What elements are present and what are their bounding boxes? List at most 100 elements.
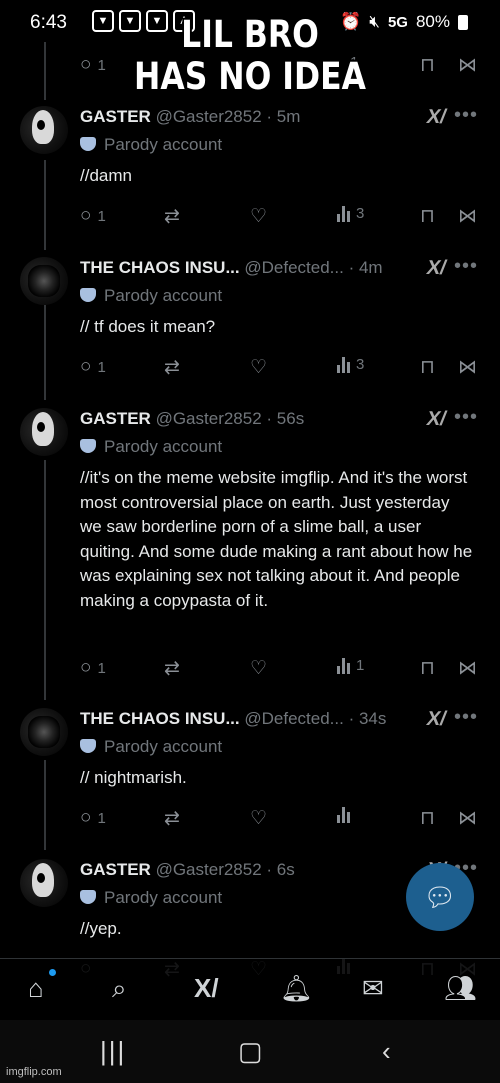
retweet-button[interactable]: ⇄ xyxy=(164,807,180,830)
reply-button[interactable]: ○ 1 xyxy=(80,205,106,227)
tweet-actions: ○ 1 ⇄ ♡ 1 ⊓ ⋈ xyxy=(80,657,480,679)
views-button[interactable] xyxy=(337,807,350,823)
views-button[interactable]: 3 xyxy=(337,205,364,222)
reply-icon: ○ xyxy=(80,205,92,226)
handle[interactable]: @Gaster2852 xyxy=(156,107,262,126)
display-name[interactable]: THE CHAOS INSU... xyxy=(80,709,240,728)
bookmark-icon: ⊓ xyxy=(420,658,435,679)
display-name[interactable]: GASTER xyxy=(80,860,151,879)
views-icon xyxy=(337,205,350,222)
compose-button[interactable]: 💬︎ xyxy=(406,863,474,931)
back-icon[interactable]: ‹ xyxy=(382,1036,391,1067)
thread-line xyxy=(44,160,46,250)
home-circle-icon[interactable]: ▢ xyxy=(238,1036,263,1067)
avatar[interactable] xyxy=(20,106,68,154)
like-button[interactable]: ♡ xyxy=(250,205,267,228)
grok-icon[interactable]: X/ xyxy=(425,257,449,279)
views-icon xyxy=(337,807,350,823)
grok-icon[interactable]: X/ xyxy=(425,106,449,128)
grok-icon[interactable]: X/ xyxy=(194,973,219,1004)
more-icon[interactable]: ••• xyxy=(454,255,478,278)
tweet-header: THE CHAOS INSU... @Defected... · 34s xyxy=(80,708,386,730)
timestamp[interactable]: · 56s xyxy=(266,409,304,428)
thread-line xyxy=(44,460,46,700)
display-name[interactable]: GASTER xyxy=(80,107,151,126)
grok-icon[interactable]: X/ xyxy=(425,408,449,430)
timestamp[interactable]: · 5m xyxy=(266,107,300,126)
meme-caption-line: HAS NO IDEA xyxy=(134,55,366,98)
share-button[interactable]: ⋈ xyxy=(458,807,477,830)
avatar[interactable] xyxy=(20,708,68,756)
share-button[interactable]: ⋈ xyxy=(458,657,477,680)
home-icon[interactable]: ⌂ xyxy=(28,973,44,1004)
like-icon: ♡ xyxy=(250,808,268,829)
handle[interactable]: @Gaster2852 xyxy=(156,860,262,879)
like-icon: ♡ xyxy=(250,357,268,378)
mask-icon xyxy=(80,439,96,453)
handle[interactable]: @Gaster2852 xyxy=(156,409,262,428)
bookmark-icon: ⊓ xyxy=(420,357,435,378)
tweet-header: THE CHAOS INSU... @Defected... · 4m xyxy=(80,257,383,279)
bookmark-button[interactable]: ⊓ xyxy=(420,205,435,228)
mask-icon xyxy=(80,288,96,302)
retweet-button[interactable]: ⇄ xyxy=(164,205,180,228)
handle[interactable]: @Defected... xyxy=(244,709,343,728)
reply-button[interactable]: ○ 1 xyxy=(80,807,106,829)
like-button[interactable]: ♡ xyxy=(250,657,267,680)
timestamp[interactable]: · 34s xyxy=(349,709,387,728)
avatar[interactable] xyxy=(20,859,68,907)
tweet-text: // nightmarish. xyxy=(80,768,187,787)
more-icon[interactable]: ••• xyxy=(454,706,478,729)
tweet-text: //damn xyxy=(80,166,132,185)
timestamp[interactable]: · 4m xyxy=(349,258,383,277)
views-button[interactable]: 1 xyxy=(337,657,364,674)
tweet-actions: ○ 1 ⇄ ♡ ⊓ ⋈ xyxy=(80,807,480,829)
bookmark-button[interactable]: ⊓ xyxy=(420,657,435,680)
thread-line xyxy=(44,760,46,850)
communities-icon[interactable]: 👥︎ xyxy=(444,973,477,1004)
bookmark-button[interactable]: ⊓ xyxy=(420,807,435,830)
tweet-actions: ○ 1 ⇄ ♡ 3 ⊓ ⋈ xyxy=(80,356,480,378)
tweet-header: GASTER @Gaster2852 · 56s xyxy=(80,408,304,430)
avatar[interactable] xyxy=(20,257,68,305)
bookmark-button[interactable]: ⊓ xyxy=(420,356,435,379)
notifications-icon[interactable]: 🔔︎ xyxy=(280,973,313,1004)
retweet-icon: ⇄ xyxy=(164,206,180,227)
parody-badge: Parody account xyxy=(80,134,222,156)
share-button[interactable]: ⋈ xyxy=(458,356,477,379)
like-button[interactable]: ♡ xyxy=(250,356,267,379)
retweet-button[interactable]: ⇄ xyxy=(164,657,180,680)
handle[interactable]: @Defected... xyxy=(244,258,343,277)
reply-button[interactable]: ○ 1 xyxy=(80,657,106,679)
parody-badge: Parody account xyxy=(80,736,222,758)
like-icon: ♡ xyxy=(250,658,268,679)
reply-icon: ○ xyxy=(80,807,92,828)
avatar[interactable] xyxy=(20,408,68,456)
more-icon[interactable]: ••• xyxy=(454,406,478,429)
display-name[interactable]: THE CHAOS INSU... xyxy=(80,258,240,277)
like-icon: ♡ xyxy=(250,206,268,227)
views-icon xyxy=(337,356,350,373)
bottom-tab-bar: ⌂ ⌕ X/ 🔔︎ ✉ 👥︎ xyxy=(0,958,500,1021)
tweet-header: GASTER @Gaster2852 · 5m xyxy=(80,106,300,128)
messages-icon[interactable]: ✉ xyxy=(362,973,384,1004)
search-icon[interactable]: ⌕ xyxy=(112,973,127,1005)
parody-badge: Parody account xyxy=(80,887,222,909)
share-button[interactable]: ⋈ xyxy=(458,205,477,228)
timestamp[interactable]: · 6s xyxy=(266,860,294,879)
more-icon[interactable]: ••• xyxy=(454,104,478,127)
like-button[interactable]: ♡ xyxy=(250,807,267,830)
grok-icon[interactable]: X/ xyxy=(425,708,449,730)
reply-button[interactable]: ○ 1 xyxy=(80,356,106,378)
recent-apps-icon[interactable]: ||| xyxy=(100,1036,126,1067)
parody-badge: Parody account xyxy=(80,285,222,307)
watermark: imgflip.com xyxy=(6,1066,62,1078)
parody-badge: Parody account xyxy=(80,436,222,458)
share-icon: ⋈ xyxy=(458,357,477,378)
reply-icon: ○ xyxy=(80,657,92,678)
tweet-text: // tf does it mean? xyxy=(80,317,216,336)
views-button[interactable]: 3 xyxy=(337,356,364,373)
retweet-button[interactable]: ⇄ xyxy=(164,356,180,379)
views-icon xyxy=(337,657,350,674)
display-name[interactable]: GASTER xyxy=(80,409,151,428)
